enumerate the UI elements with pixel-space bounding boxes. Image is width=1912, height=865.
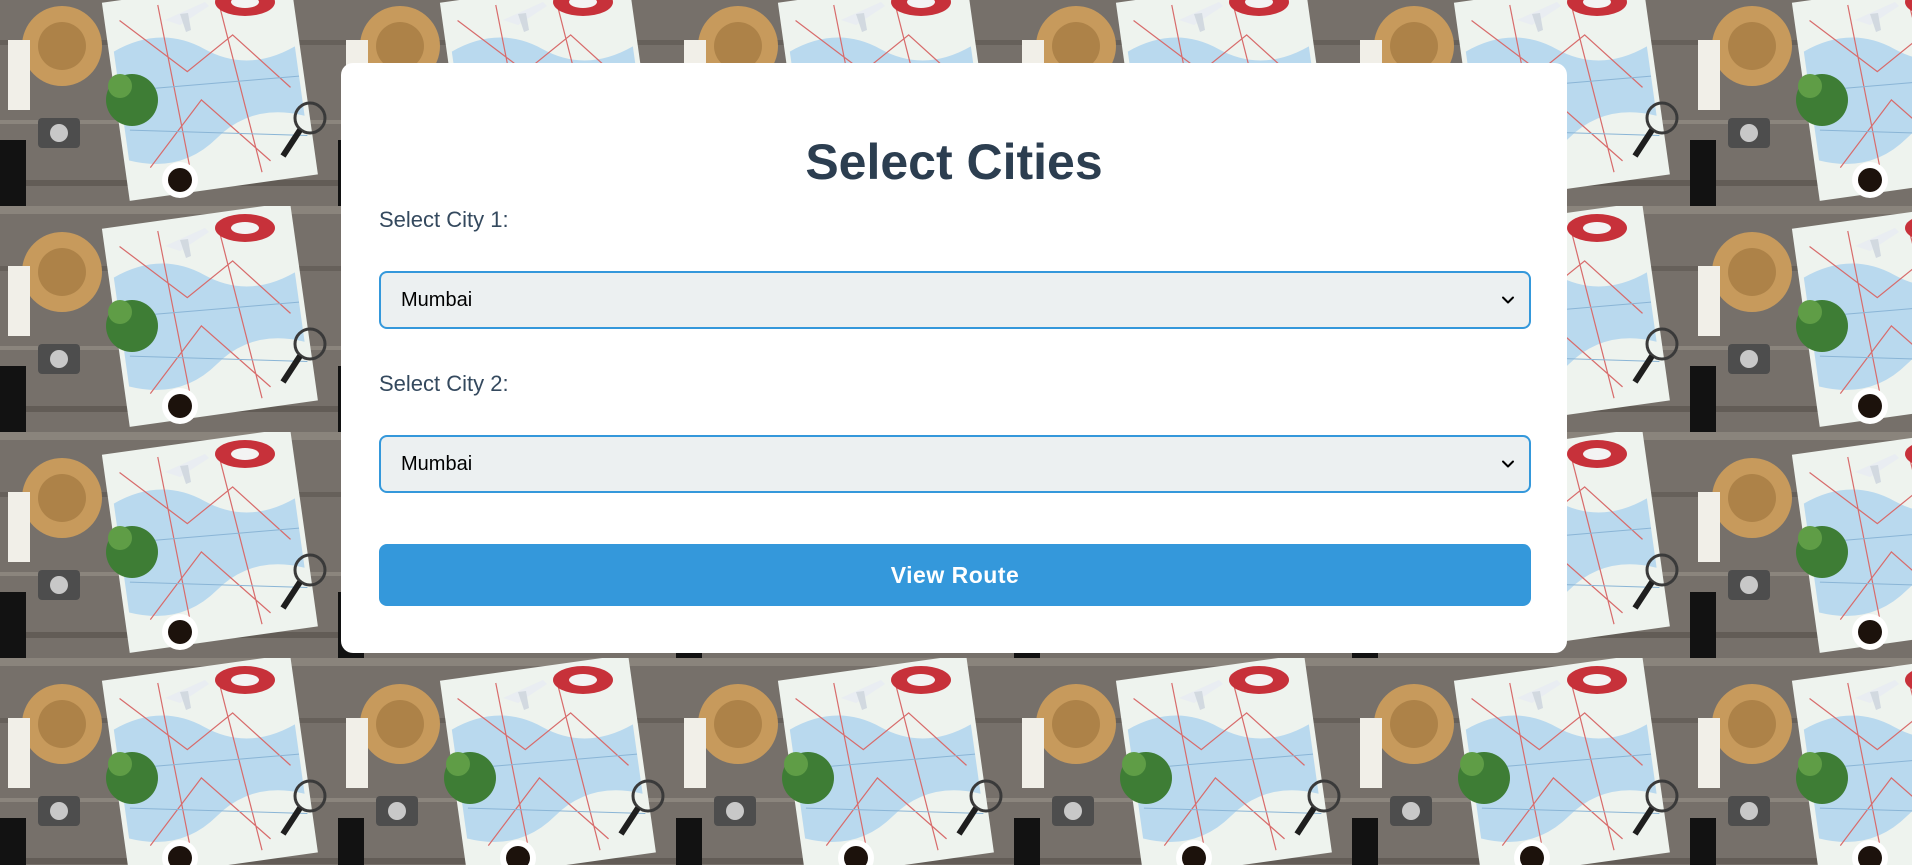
view-route-button[interactable]: View Route: [379, 544, 1531, 606]
select-cities-card: Select Cities Select City 1: Mumbai Sele…: [341, 63, 1567, 653]
city2-select[interactable]: Mumbai: [379, 435, 1531, 493]
city2-label: Select City 2:: [379, 371, 509, 396]
city1-select[interactable]: Mumbai: [379, 271, 1531, 329]
city2-selected-value: Mumbai: [401, 453, 473, 475]
city1-label: Select City 1:: [379, 207, 509, 232]
chevron-down-icon: [1502, 460, 1514, 468]
page-title: Select Cities: [805, 134, 1103, 190]
city1-selected-value: Mumbai: [401, 289, 473, 311]
chevron-down-icon: [1502, 296, 1514, 304]
